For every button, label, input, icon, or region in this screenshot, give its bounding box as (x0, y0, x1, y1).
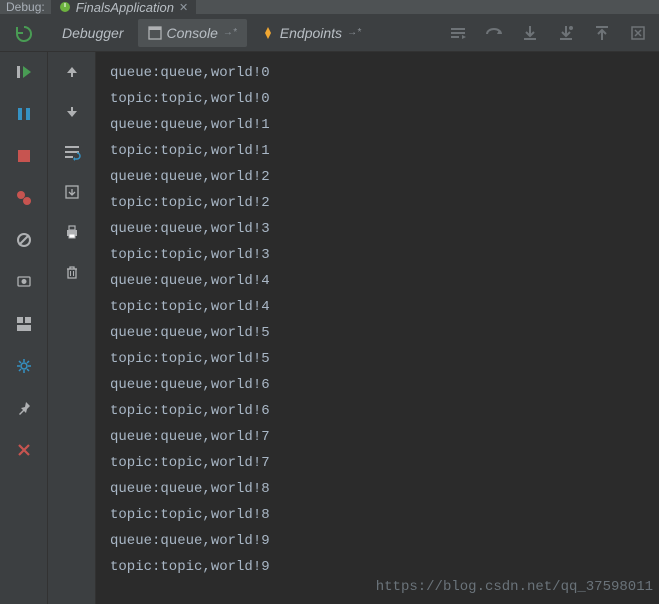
drop-frame-icon[interactable] (623, 20, 653, 46)
tab-debugger[interactable]: Debugger (52, 19, 134, 47)
console-line: queue:queue,world!9 (110, 528, 659, 554)
console-line: queue:queue,world!0 (110, 60, 659, 86)
settings-icon[interactable] (10, 352, 38, 380)
console-line: topic:topic,world!1 (110, 138, 659, 164)
close-icon[interactable]: ✕ (179, 1, 188, 14)
tab-endpoints-label: Endpoints (280, 25, 342, 41)
view-breakpoints-icon[interactable] (10, 184, 38, 212)
step-over-icon[interactable] (479, 20, 509, 46)
pin-icon[interactable]: →* (223, 27, 237, 38)
scroll-down-icon[interactable] (58, 98, 86, 126)
tab-console[interactable]: Console →* (138, 19, 247, 47)
print-icon[interactable] (58, 218, 86, 246)
stop-icon[interactable] (10, 142, 38, 170)
step-toolbar (443, 20, 659, 46)
debug-tabs: Debugger Console →* Endpoints →* (48, 19, 371, 47)
console-sidebar (48, 52, 96, 604)
console-line: topic:topic,world!8 (110, 502, 659, 528)
step-into-icon[interactable] (515, 20, 545, 46)
debug-label: Debug: (6, 0, 45, 14)
pin-tab-icon[interactable] (10, 394, 38, 422)
resume-icon[interactable] (10, 58, 38, 86)
scroll-up-icon[interactable] (58, 58, 86, 86)
clear-all-icon[interactable] (58, 258, 86, 286)
get-thread-dump-icon[interactable] (10, 268, 38, 296)
console-line: queue:queue,world!6 (110, 372, 659, 398)
title-bar: Debug: FinalsApplication ✕ (0, 0, 659, 14)
spring-boot-icon (59, 1, 71, 13)
force-step-into-icon[interactable] (551, 20, 581, 46)
console-line: queue:queue,world!1 (110, 112, 659, 138)
run-config-name: FinalsApplication (76, 0, 174, 15)
console-line: queue:queue,world!5 (110, 320, 659, 346)
rerun-slot (0, 14, 48, 51)
console-line: topic:topic,world!7 (110, 450, 659, 476)
console-icon (148, 26, 162, 40)
console-line: queue:queue,world!8 (110, 476, 659, 502)
toolbar-row: Debugger Console →* Endpoints →* (0, 14, 659, 52)
layout-icon[interactable] (10, 310, 38, 338)
console-line: queue:queue,world!4 (110, 268, 659, 294)
tab-debugger-label: Debugger (62, 25, 124, 41)
endpoints-icon (261, 26, 275, 40)
console-line: topic:topic,world!4 (110, 294, 659, 320)
close-tab-icon[interactable] (10, 436, 38, 464)
watermark: https://blog.csdn.net/qq_37598011 (376, 574, 653, 600)
mute-breakpoints-icon[interactable] (10, 226, 38, 254)
console-line: queue:queue,world!2 (110, 164, 659, 190)
left-sidebar-debug (0, 52, 48, 604)
pause-icon[interactable] (10, 100, 38, 128)
console-line: topic:topic,world!6 (110, 398, 659, 424)
console-line: topic:topic,world!0 (110, 86, 659, 112)
console-line: topic:topic,world!5 (110, 346, 659, 372)
console-line: topic:topic,world!3 (110, 242, 659, 268)
console-line: topic:topic,world!2 (110, 190, 659, 216)
tab-console-label: Console (167, 25, 218, 41)
show-execution-point-icon[interactable] (443, 20, 473, 46)
console-line: queue:queue,world!3 (110, 216, 659, 242)
tab-endpoints[interactable]: Endpoints →* (251, 19, 371, 47)
step-out-icon[interactable] (587, 20, 617, 46)
main-area: queue:queue,world!0topic:topic,world!0qu… (0, 52, 659, 604)
console-line: queue:queue,world!7 (110, 424, 659, 450)
rerun-icon[interactable] (10, 20, 38, 48)
scroll-to-end-icon[interactable] (58, 178, 86, 206)
console-output[interactable]: queue:queue,world!0topic:topic,world!0qu… (96, 52, 659, 604)
pin-icon[interactable]: →* (347, 27, 361, 38)
run-config-tab[interactable]: FinalsApplication ✕ (51, 0, 197, 14)
soft-wrap-icon[interactable] (58, 138, 86, 166)
